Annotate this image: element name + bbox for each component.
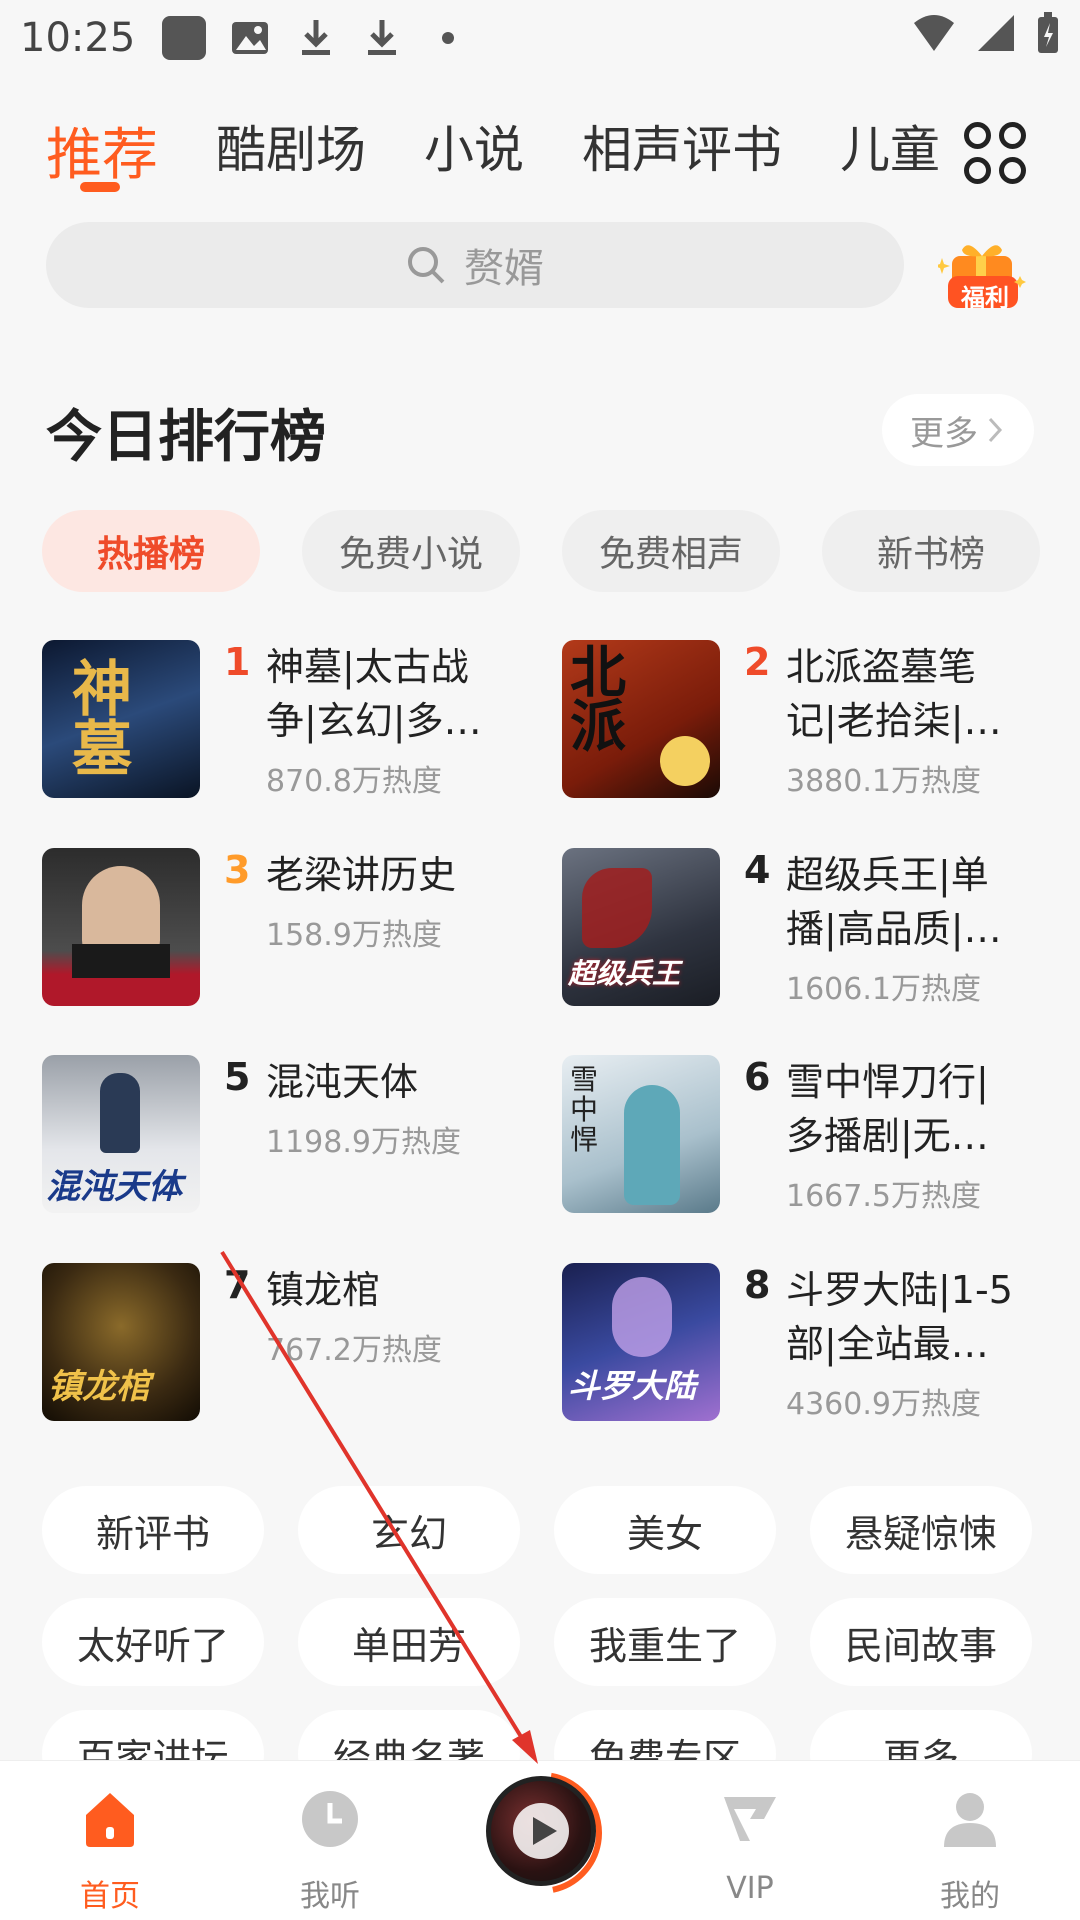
nav-vip[interactable]: VIP: [670, 1761, 830, 1920]
user-icon: [944, 1793, 996, 1847]
tab-children[interactable]: 儿童: [840, 110, 940, 182]
nav-home[interactable]: 首页: [30, 1761, 190, 1920]
tab-free-crosstalk[interactable]: 免费相声: [562, 510, 780, 592]
chevron-right-icon: [988, 417, 1003, 443]
tab-free-novel[interactable]: 免费小说: [302, 510, 520, 592]
book-title: 雪中悍刀行|多播剧|无…: [786, 1060, 989, 1158]
book-heat: 4360.9万热度: [786, 1387, 981, 1422]
now-playing-button[interactable]: [486, 1776, 596, 1886]
tab-crosstalk[interactable]: 相声评书: [582, 110, 782, 182]
ranking-item[interactable]: 镇龙棺 7 镇龙棺 767.2万热度: [42, 1263, 542, 1423]
download-notification-icon: [360, 16, 404, 60]
wifi-icon: [912, 13, 956, 63]
status-bar: 10:25: [0, 0, 1080, 76]
rank-number: 1: [224, 640, 251, 684]
battery-icon: [1036, 11, 1060, 65]
tab-new-books[interactable]: 新书榜: [822, 510, 1040, 592]
home-icon: [86, 1793, 134, 1847]
ranking-item[interactable]: 超级兵王 4 超级兵王|单播|高品质|… 1606.1万热度: [562, 848, 1062, 1008]
ranking-item[interactable]: 斗罗大陆 8 斗罗大陆|1-5部|全站最… 4360.9万热度: [562, 1263, 1062, 1423]
book-cover: 超级兵王: [562, 848, 720, 1006]
tab-recommend[interactable]: 推荐: [46, 110, 158, 192]
nav-mine[interactable]: 我的: [890, 1761, 1050, 1920]
all-categories-grid-icon[interactable]: [964, 122, 1026, 184]
tag-chip[interactable]: 我重生了: [554, 1598, 776, 1686]
ranking-tabs: 热播榜 免费小说 免费相声 新书榜: [42, 510, 1042, 592]
signal-icon: [976, 13, 1016, 63]
book-heat: 1667.5万热度: [786, 1179, 981, 1214]
book-cover: [42, 848, 200, 1006]
more-label: 更多: [910, 413, 978, 454]
nav-label: VIP: [726, 1871, 774, 1906]
book-heat: 870.8万热度: [266, 764, 442, 799]
book-cover: 镇龙棺: [42, 1263, 200, 1421]
tag-chip[interactable]: 民间故事: [810, 1598, 1032, 1686]
download-notification-icon: [294, 16, 338, 60]
book-title: 混沌天体: [266, 1060, 419, 1104]
book-heat: 158.9万热度: [266, 918, 442, 953]
book-title: 神墓|太古战争|玄幻|多…: [266, 645, 482, 743]
book-heat: 767.2万热度: [266, 1333, 442, 1368]
nav-label: 首页: [80, 1879, 140, 1914]
more-notifications-dot-icon: [426, 16, 470, 60]
ranking-title: 今日排行榜: [46, 405, 326, 470]
rank-number: 5: [224, 1055, 251, 1099]
tab-hot[interactable]: 热播榜: [42, 510, 260, 592]
book-title: 斗罗大陆|1-5部|全站最…: [786, 1268, 1013, 1366]
play-icon: [513, 1803, 569, 1859]
book-title: 超级兵王|单播|高品质|…: [786, 853, 1002, 951]
rank-number: 8: [744, 1263, 771, 1307]
book-heat: 3880.1万热度: [786, 764, 981, 799]
ranking-more-button[interactable]: 更多: [882, 394, 1034, 466]
rank-number: 7: [224, 1263, 251, 1307]
nav-label: 我的: [940, 1879, 1000, 1914]
tab-novel[interactable]: 小说: [424, 110, 524, 182]
category-tabs: 推荐 酷剧场 小说 相声评书 儿童: [0, 110, 1080, 220]
search-bar[interactable]: 赘婿: [46, 222, 904, 308]
rank-number: 2: [744, 640, 771, 684]
app-notification-icon: [162, 16, 206, 60]
ranking-item[interactable]: 神墓 1 神墓|太古战争|玄幻|多… 870.8万热度: [42, 640, 542, 800]
nav-listen[interactable]: 我听: [250, 1761, 410, 1920]
search-placeholder: 赘婿: [464, 246, 544, 292]
gift-label: 福利: [961, 284, 1009, 312]
book-title: 镇龙棺: [266, 1268, 381, 1312]
vip-icon: [724, 1797, 776, 1841]
ranking-item[interactable]: 北派 2 北派盗墓笔记|老拾柒|… 3880.1万热度: [562, 640, 1062, 800]
status-time: 10:25: [20, 15, 136, 61]
rank-number: 4: [744, 848, 771, 892]
book-title: 北派盗墓笔记|老拾柒|…: [786, 645, 1002, 743]
tag-chip[interactable]: 美女: [554, 1486, 776, 1574]
book-heat: 1606.1万热度: [786, 972, 981, 1007]
tab-cool-theater[interactable]: 酷剧场: [216, 110, 366, 182]
tag-chip[interactable]: 太好听了: [42, 1598, 264, 1686]
book-cover: 混沌天体: [42, 1055, 200, 1213]
clock-icon: [302, 1791, 358, 1847]
image-notification-icon: [228, 16, 272, 60]
tag-chip[interactable]: 玄幻: [298, 1486, 520, 1574]
tag-chip[interactable]: 悬疑惊悚: [810, 1486, 1032, 1574]
search-icon: [408, 247, 445, 284]
book-cover: 神墓: [42, 640, 200, 798]
book-cover: 雪中悍: [562, 1055, 720, 1213]
nav-label: 我听: [300, 1879, 360, 1914]
ranking-item[interactable]: 3 老梁讲历史 158.9万热度: [42, 848, 542, 1008]
ranking-item[interactable]: 混沌天体 5 混沌天体 1198.9万热度: [42, 1055, 542, 1215]
welfare-gift-button[interactable]: 福利: [934, 236, 1028, 316]
rank-number: 3: [224, 848, 251, 892]
book-title: 老梁讲历史: [266, 853, 457, 897]
book-cover: 北派: [562, 640, 720, 798]
ranking-item[interactable]: 雪中悍 6 雪中悍刀行|多播剧|无… 1667.5万热度: [562, 1055, 1062, 1215]
tag-chip[interactable]: 单田芳: [298, 1598, 520, 1686]
rank-number: 6: [744, 1055, 771, 1099]
book-cover: 斗罗大陆: [562, 1263, 720, 1421]
tag-chip[interactable]: 新评书: [42, 1486, 264, 1574]
book-heat: 1198.9万热度: [266, 1125, 461, 1160]
